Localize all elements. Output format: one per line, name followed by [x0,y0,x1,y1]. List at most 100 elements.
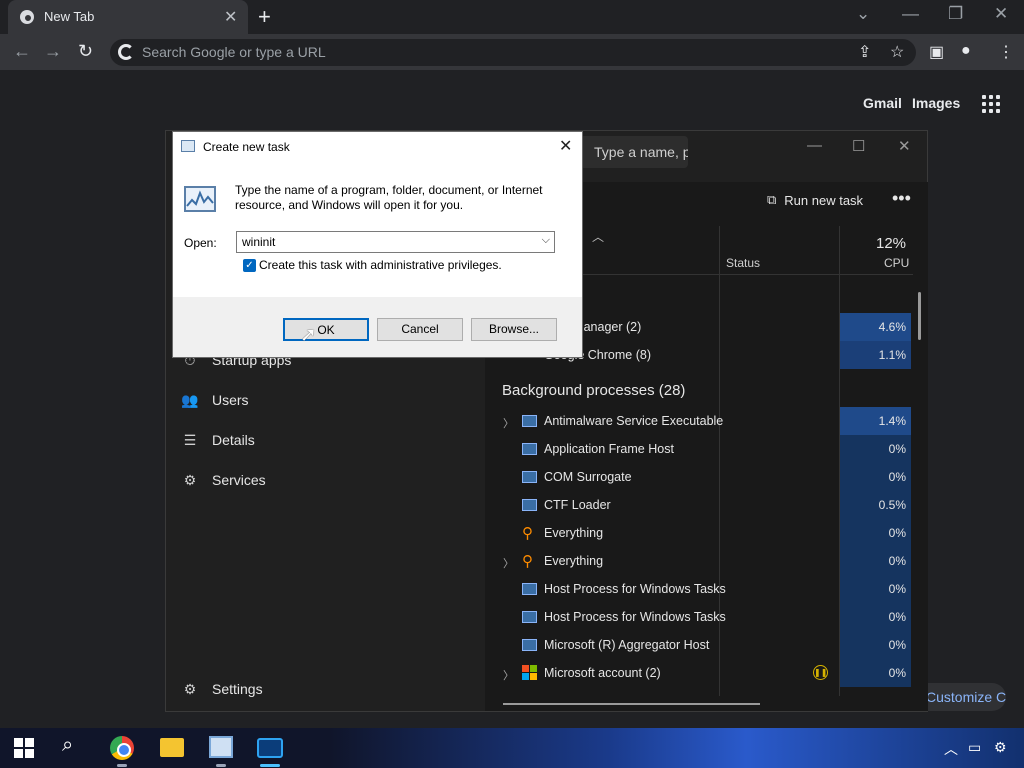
tray-chevron-up-icon[interactable]: ︿ [944,739,958,759]
admin-checkbox-label[interactable]: Create this task with administrative pri… [259,258,502,272]
close-window-button[interactable]: ✕ [994,4,1008,24]
process-name[interactable]: CTF Loader [544,498,611,512]
process-name[interactable]: COM Surrogate [544,470,632,484]
share-icon[interactable]: ⇪ [858,42,871,62]
expand-chevron-icon[interactable]: 〉 [503,667,514,683]
admin-checkbox[interactable]: ✓ [243,259,256,272]
users-icon: 👥 [181,391,199,408]
run-task-icon: ⧉ [767,192,777,207]
start-button-windows-icon[interactable] [14,738,34,758]
taskbar-run-dialog-icon[interactable] [257,738,283,758]
taskbar-file-explorer-icon[interactable] [160,738,184,757]
process-cpu: 0% [840,631,911,659]
sidebar-item-label: Users [212,392,249,408]
settings-gear-icon: ⚙ [183,680,197,697]
browse-button[interactable]: Browse... [471,318,557,341]
task-manager-search[interactable]: Type a name, publisher, or PID to s... [580,136,688,168]
run-new-task-button[interactable]: ⧉ Run new task [767,192,863,208]
minimize-button[interactable]: — [902,4,919,24]
tab-title: New Tab [44,9,95,24]
mouse-cursor-icon: ➚ [300,324,317,346]
process-cpu: 0% [840,603,911,631]
running-indicator [216,764,226,767]
process-name[interactable]: Application Frame Host [544,442,674,456]
sidebar-item-settings[interactable]: ⚙ Settings [180,679,263,699]
magnifier-icon: ⚲ [522,553,533,570]
open-combobox[interactable]: wininit ⌵ [236,231,555,253]
process-cpu: 0% [840,659,911,687]
images-link[interactable]: Images [912,95,960,111]
process-cpu: 0% [840,575,911,603]
address-bar-placeholder: Search Google or type a URL [142,44,326,60]
process-name[interactable]: Host Process for Windows Tasks [544,610,726,624]
suspended-status-icon: ❚❚ [813,665,828,680]
sidebar-item-services[interactable]: ⚙ Services [180,470,266,490]
active-indicator [260,764,280,767]
run-new-task-label: Run new task [784,192,864,208]
bookmark-star-icon[interactable]: ☆ [890,42,904,62]
gmail-link[interactable]: Gmail [863,95,902,111]
tm-minimize-button[interactable]: — [807,137,822,154]
process-cpu: 0.5% [840,491,911,519]
taskbar-search-icon[interactable]: ⌕ [62,734,73,757]
tab-close-icon[interactable]: ✕ [224,7,237,27]
process-name[interactable]: Everything [544,526,603,540]
open-input-value[interactable]: wininit [242,235,275,249]
vertical-scrollbar[interactable] [918,292,921,340]
tm-close-button[interactable]: ✕ [898,137,911,155]
horizontal-scrollbar[interactable] [503,703,760,705]
app-row-cpu: 1.1% [840,341,911,369]
tray-settings-icon[interactable]: ⚙ [994,739,1007,756]
sidebar-item-label: Details [212,432,255,448]
side-panel-icon[interactable]: ▣ [929,42,944,62]
process-icon [522,471,537,483]
process-name[interactable]: Microsoft (R) Aggregator Host [544,638,709,652]
more-options-icon[interactable]: ••• [892,188,911,209]
reload-icon[interactable]: ↻ [78,41,93,62]
process-icon [522,499,537,511]
profile-icon[interactable]: ● [961,42,971,60]
cpu-column-header[interactable]: CPU [884,256,909,270]
tm-maximize-button[interactable]: ☐ [852,137,865,155]
tab-new-tab[interactable]: New Tab ✕ [8,0,248,34]
sort-up-icon: ︿ [592,230,605,244]
taskbar-chrome-icon[interactable] [110,736,134,760]
cancel-button[interactable]: Cancel [377,318,463,341]
forward-icon[interactable]: → [44,41,62,62]
process-name[interactable]: Everything [544,554,603,568]
process-name[interactable]: Host Process for Windows Tasks [544,582,726,596]
new-tab-button[interactable]: + [258,4,271,30]
ok-button[interactable]: OK [283,318,369,341]
process-cpu: 0% [840,519,911,547]
tab-search-icon[interactable]: ⌄ [856,4,870,24]
open-label: Open: [184,236,217,250]
process-name[interactable]: Microsoft account (2) [544,666,661,680]
back-icon[interactable]: ← [13,41,31,62]
wallpaper-strip [330,728,1024,768]
sidebar-item-details[interactable]: ☰ Details [180,430,255,450]
taskbar-task-manager-icon[interactable] [209,736,233,758]
create-new-task-dialog: Create new task ✕ Type the name of a pro… [172,131,583,358]
expand-chevron-icon[interactable]: 〉 [503,415,514,431]
process-icon [522,583,537,595]
google-icon [118,44,134,60]
process-cpu: 0% [840,463,911,491]
process-name[interactable]: Antimalware Service Executable [544,414,723,428]
menu-icon[interactable]: ⋮ [998,42,1014,62]
google-apps-icon[interactable] [982,95,1000,113]
running-indicator [117,764,127,767]
process-cpu: 0% [840,435,911,463]
status-column-header[interactable]: Status [726,256,760,270]
expand-chevron-icon[interactable]: 〉 [503,555,514,571]
tray-display-icon[interactable]: ▭ [968,739,981,756]
chevron-down-icon[interactable]: ⌵ [542,234,550,247]
restore-button[interactable]: ❐ [948,4,963,24]
address-bar[interactable]: Search Google or type a URL [110,39,916,66]
column-divider [719,226,720,696]
magnifier-icon: ⚲ [522,525,533,542]
dialog-close-icon[interactable]: ✕ [559,136,572,156]
services-icon: ⚙ [183,471,197,488]
dialog-title-bar[interactable]: Create new task ✕ [173,132,582,161]
process-icon [522,639,537,651]
sidebar-item-users[interactable]: 👥 Users [180,390,249,410]
